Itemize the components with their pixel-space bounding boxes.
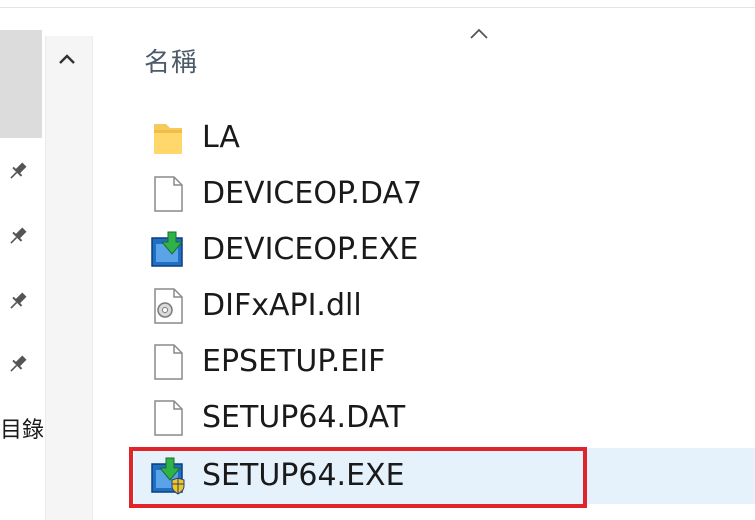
pin-icon[interactable] [7, 225, 29, 247]
scroll-up-icon[interactable] [54, 48, 80, 70]
file-name: EPSETUP.EIF [202, 344, 386, 379]
pin-icon[interactable] [7, 290, 29, 312]
navigation-pane: 目錄 [0, 8, 93, 520]
file-icon [150, 174, 186, 214]
file-row-epsetup-eif[interactable]: EPSETUP.EIF [134, 334, 755, 390]
file-row-deviceop-da7[interactable]: DEVICEOP.DA7 [134, 166, 755, 222]
nav-scrollbar-thumb[interactable] [0, 30, 42, 138]
file-name: DEVICEOP.DA7 [202, 176, 423, 211]
top-divider [0, 7, 755, 8]
installer-icon [150, 230, 186, 270]
column-header-name[interactable]: 名稱 [144, 42, 198, 79]
pin-icon[interactable] [7, 353, 29, 375]
file-name: LA [202, 120, 240, 155]
dll-icon [150, 286, 186, 326]
file-row-deviceop-exe[interactable]: DEVICEOP.EXE [134, 222, 755, 278]
pin-icon[interactable] [7, 160, 29, 182]
nav-item-label[interactable]: 目錄 [0, 412, 44, 444]
file-row-la[interactable]: LA [134, 110, 755, 166]
file-name: DIFxAPI.dll [202, 288, 362, 323]
file-name: SETUP64.DAT [202, 400, 406, 435]
file-row-difxapi-dll[interactable]: DIFxAPI.dll [134, 278, 755, 334]
file-icon [150, 398, 186, 438]
file-row-setup64-dat[interactable]: SETUP64.DAT [134, 390, 755, 446]
file-name: DEVICEOP.EXE [202, 232, 419, 267]
file-icon [150, 342, 186, 382]
folder-icon [150, 118, 186, 158]
nav-scrollbar-track[interactable] [45, 36, 93, 520]
sort-ascending-icon [468, 26, 490, 45]
highlight-box [129, 447, 587, 508]
